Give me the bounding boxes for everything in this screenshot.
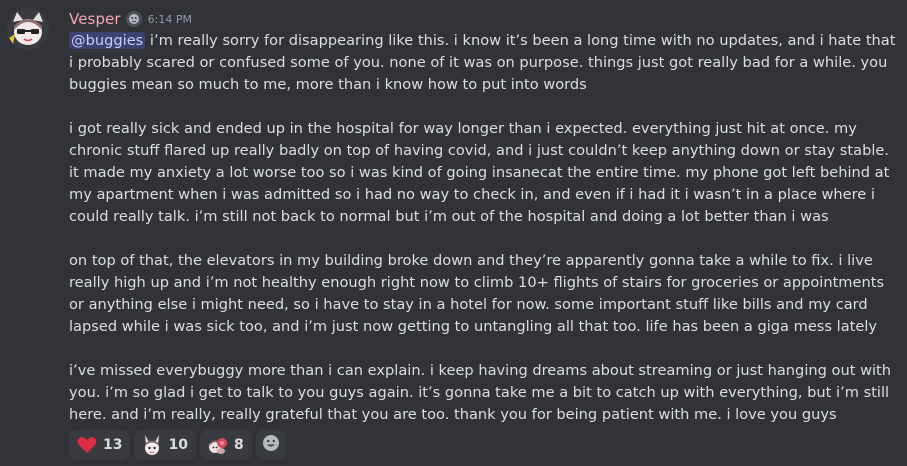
paragraph-3: on top of that, the elevators in my buil… (69, 252, 885, 335)
reaction-bar: 13 10 8 (69, 430, 286, 460)
reaction-heart[interactable]: 13 (69, 430, 131, 460)
reaction-count: 13 (103, 437, 123, 453)
reaction-bunny[interactable]: 10 (134, 430, 196, 460)
chat-message: Vesper 6:14 PM @buggies i’m really sorry… (0, 0, 907, 466)
paragraph-4: i’ve missed everybuggy more than i can e… (69, 362, 892, 423)
role-badge-icon[interactable] (125, 11, 142, 27)
hug-custom-emoji-icon (207, 434, 229, 456)
heart-emoji-icon (76, 434, 98, 456)
paragraph-1-text: i’m really sorry for disappearing like t… (69, 32, 896, 93)
add-emoji-icon (261, 433, 281, 457)
message-timestamp[interactable]: 6:14 PM (148, 13, 192, 26)
author-name[interactable]: Vesper (69, 10, 121, 28)
message-content: @buggies i’m really sorry for disappeari… (69, 30, 899, 426)
author-avatar[interactable] (7, 8, 49, 50)
reaction-count: 8 (233, 437, 244, 453)
paragraph-2: i got really sick and ended up in the ho… (69, 120, 890, 225)
bunny-custom-emoji-icon (141, 434, 163, 456)
message-header: Vesper 6:14 PM (69, 8, 895, 30)
reaction-count: 10 (168, 437, 188, 453)
paragraph-1: @buggies i’m really sorry for disappeari… (69, 30, 899, 96)
reaction-hug[interactable]: 8 (199, 430, 252, 460)
user-mention[interactable]: @buggies (69, 32, 146, 49)
add-reaction-button[interactable] (255, 430, 286, 460)
